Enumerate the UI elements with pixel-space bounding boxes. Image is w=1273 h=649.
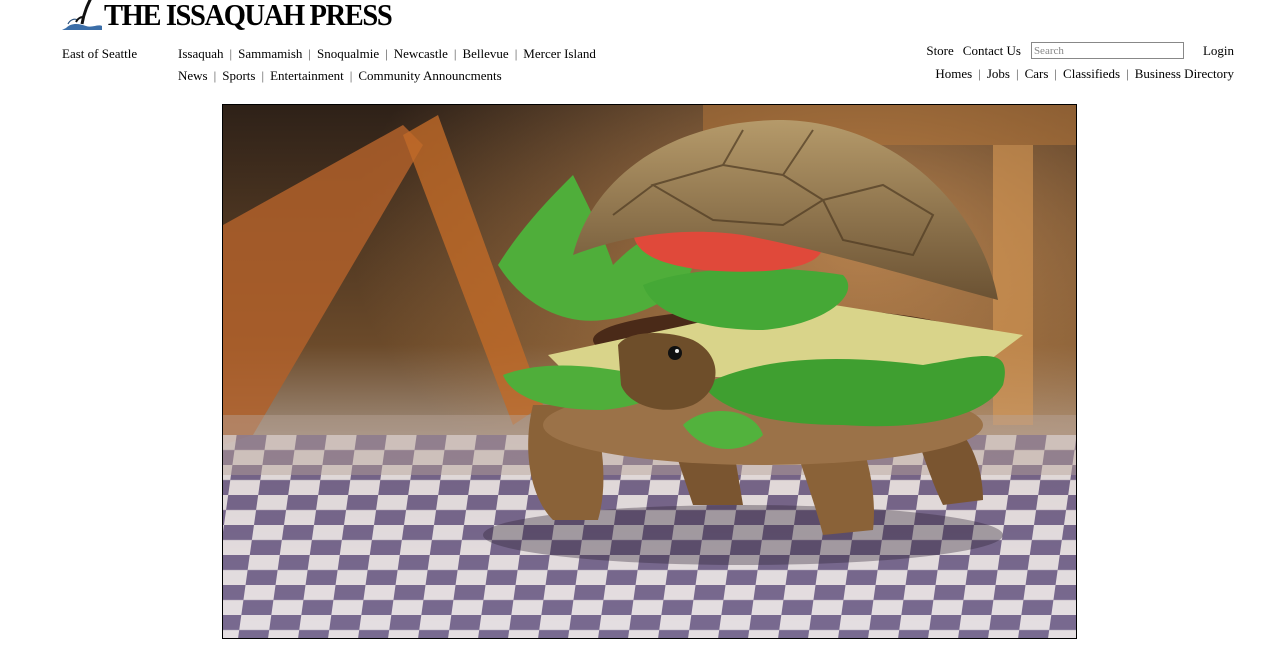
page: THE ISSAQUAH PRESS East of Seattle Issaq… [0, 0, 1273, 649]
nav-link-jobs[interactable]: Jobs [987, 66, 1010, 81]
nav-link-sammamish[interactable]: Sammamish [238, 46, 302, 61]
nav-link-classifieds[interactable]: Classifieds [1063, 66, 1120, 81]
nav-link-community-announcements[interactable]: Community Announcments [358, 68, 501, 83]
nav-primary: Issaquah | Sammamish | Snoqualmie | Newcastle |… [178, 46, 596, 61]
classifieds-nav: Homes | Jobs | Cars | Classifieds | Business Dir… [935, 66, 1234, 81]
hero-photo [222, 104, 1077, 639]
search-input[interactable] [1030, 42, 1184, 59]
nav-link-mercer-island[interactable]: Mercer Island [523, 46, 596, 61]
nav-link-homes[interactable]: Homes [935, 66, 972, 81]
tortoise-burger-image [223, 105, 1076, 638]
nav-link-snoqualmie[interactable]: Snoqualmie [317, 46, 379, 61]
tagline: East of Seattle [62, 46, 138, 61]
nav-secondary: News | Sports | Entertainment | Community Anno… [178, 68, 502, 83]
nav-link-entertainment[interactable]: Entertainment [270, 68, 344, 83]
contact-us-link[interactable]: Contact Us [963, 43, 1021, 59]
utility-nav: Store Contact Us Login [926, 42, 1234, 59]
nav-link-business-directory[interactable]: Business Directory [1135, 66, 1234, 81]
nav-link-sports[interactable]: Sports [222, 68, 255, 83]
nav-link-bellevue[interactable]: Bellevue [462, 46, 508, 61]
nav-link-issaquah[interactable]: Issaquah [178, 46, 224, 61]
login-link[interactable]: Login [1203, 43, 1234, 59]
masthead-logo[interactable]: THE ISSAQUAH PRESS [62, 0, 416, 30]
nav-link-newcastle[interactable]: Newcastle [394, 46, 448, 61]
site-title: THE ISSAQUAH PRESS [104, 0, 393, 32]
heron-logo-icon [62, 0, 102, 30]
nav-link-news[interactable]: News [178, 68, 208, 83]
store-link[interactable]: Store [926, 43, 953, 59]
nav-link-cars[interactable]: Cars [1025, 66, 1049, 81]
